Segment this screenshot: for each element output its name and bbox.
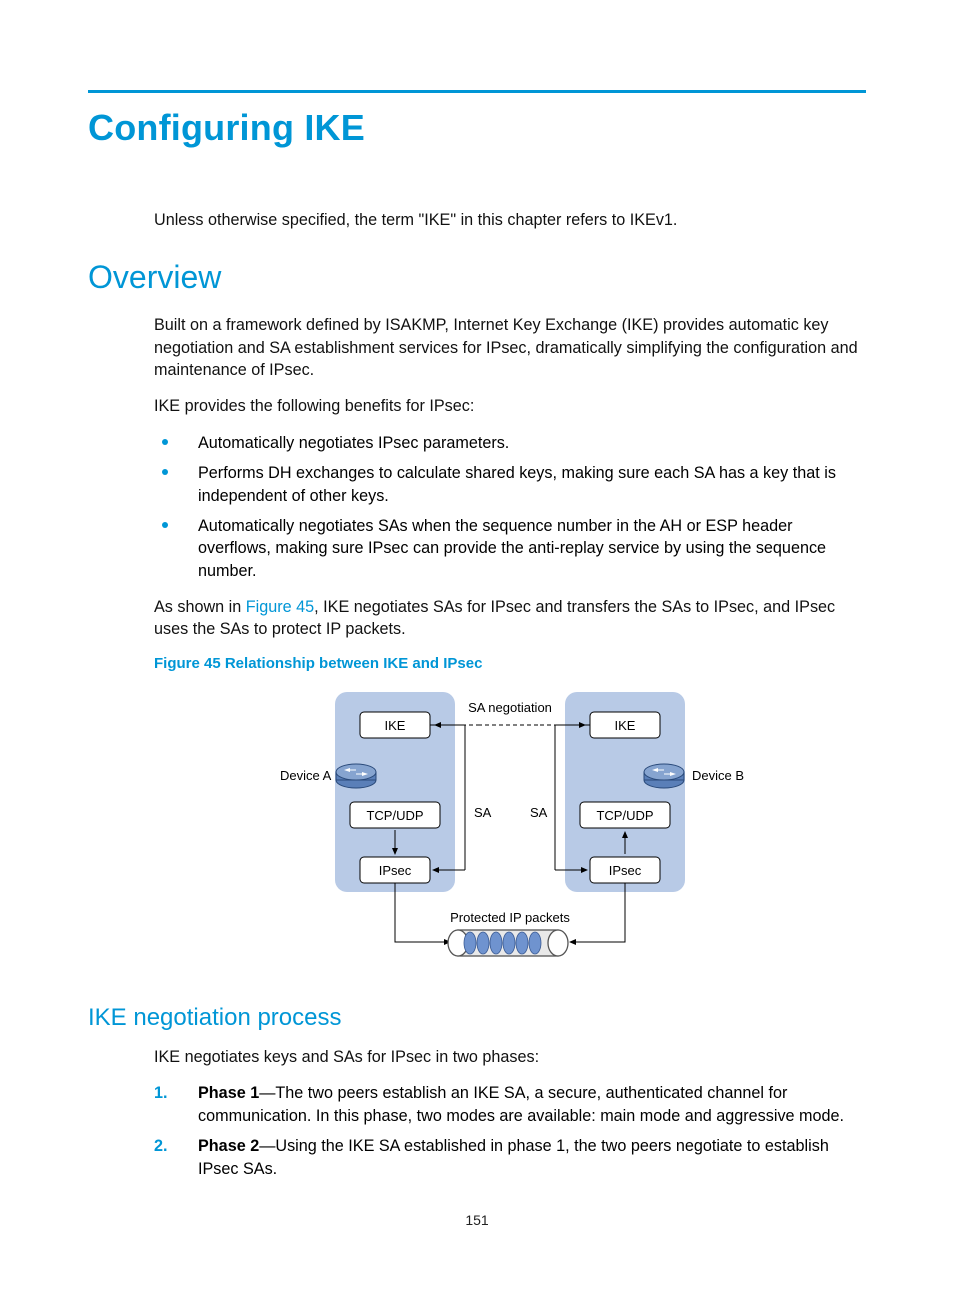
list-item: Performs DH exchanges to calculate share…: [154, 462, 866, 507]
svg-text:IPsec: IPsec: [379, 863, 412, 878]
svg-text:SA: SA: [474, 805, 492, 820]
svg-text:TCP/UDP: TCP/UDP: [366, 808, 423, 823]
overview-bullet-list: Automatically negotiates IPsec parameter…: [154, 432, 866, 582]
router-icon: [336, 764, 376, 788]
list-item: 1. Phase 1—The two peers establish an IK…: [154, 1082, 866, 1127]
svg-text:Device A: Device A: [280, 768, 332, 783]
negotiation-heading: IKE negotiation process: [88, 1004, 866, 1032]
svg-text:Protected IP packets: Protected IP packets: [450, 910, 570, 925]
svg-text:Device B: Device B: [692, 768, 744, 783]
list-item: Automatically negotiates IPsec parameter…: [154, 432, 866, 454]
overview-heading: Overview: [88, 259, 866, 296]
negotiation-intro: IKE negotiates keys and SAs for IPsec in…: [154, 1046, 866, 1068]
overview-p3: As shown in Figure 45, IKE negotiates SA…: [154, 596, 866, 641]
svg-text:IPsec: IPsec: [609, 863, 642, 878]
figure-caption: Figure 45 Relationship between IKE and I…: [154, 655, 866, 672]
figure-45: IKE TCP/UDP IPsec IKE TCP/UDP IPsec: [240, 682, 780, 982]
overview-p1: Built on a framework defined by ISAKMP, …: [154, 314, 866, 381]
svg-text:TCP/UDP: TCP/UDP: [596, 808, 653, 823]
svg-text:SA negotiation: SA negotiation: [468, 700, 552, 715]
list-item: Automatically negotiates SAs when the se…: [154, 515, 866, 582]
list-item: 2. Phase 2—Using the IKE SA established …: [154, 1135, 866, 1180]
svg-text:SA: SA: [530, 805, 548, 820]
overview-p2: IKE provides the following benefits for …: [154, 395, 866, 417]
svg-text:IKE: IKE: [385, 718, 406, 733]
pipe-icon: [448, 930, 568, 956]
page-title: Configuring IKE: [88, 107, 866, 149]
svg-text:IKE: IKE: [615, 718, 636, 733]
router-icon: [644, 764, 684, 788]
negotiation-list: 1. Phase 1—The two peers establish an IK…: [154, 1082, 866, 1181]
intro-paragraph: Unless otherwise specified, the term "IK…: [154, 209, 866, 231]
page-number: 151: [0, 1212, 954, 1228]
figure-link[interactable]: Figure 45: [246, 598, 314, 616]
